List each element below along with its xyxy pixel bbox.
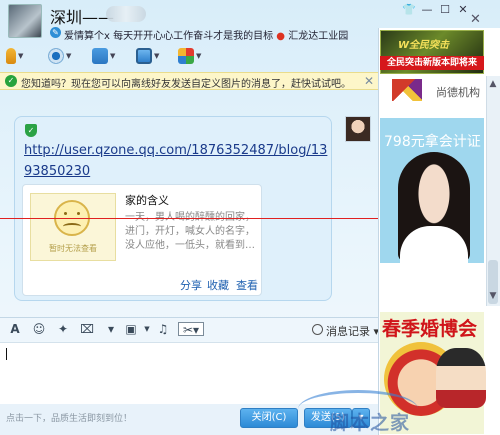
scroll-up-icon[interactable]: ▲ xyxy=(487,78,499,90)
share-link[interactable]: 分享 xyxy=(180,277,202,293)
chevron-down-icon[interactable]: ▼ xyxy=(18,52,23,60)
minimize-icon[interactable]: — xyxy=(420,3,434,17)
microphone-icon xyxy=(6,48,16,64)
video-call-button[interactable]: ▼ xyxy=(48,46,71,66)
video-camera-icon xyxy=(48,48,64,64)
clock-icon xyxy=(312,324,323,335)
send-image-icon[interactable]: ▣ xyxy=(124,322,138,336)
signature-text: 爱情算个x 每天开开心心工作奋斗才是我的目标 xyxy=(64,31,274,42)
chevron-down-icon[interactable]: ▼ xyxy=(110,52,115,60)
maximize-icon[interactable]: ☐ xyxy=(438,3,452,17)
file-transfer-icon xyxy=(92,48,108,64)
contact-avatar[interactable] xyxy=(8,4,42,38)
signature-icon: ✎ xyxy=(50,27,61,38)
notice-close-icon[interactable]: ✕ xyxy=(364,74,374,88)
location-pin-icon: ● xyxy=(276,31,286,42)
signature-line: 爱情算个x 每天开开心心工作奋斗才是我的目标 ● 汇龙达工业园 xyxy=(64,27,348,42)
sad-face-eye xyxy=(77,212,80,215)
message-history-label: 消息记录 xyxy=(326,325,370,338)
blurred-name-mask xyxy=(106,6,146,22)
security-shield-icon: ✓ xyxy=(25,124,37,137)
file-transfer-button[interactable]: ▼ xyxy=(92,46,115,66)
skin-icon[interactable]: 👕 xyxy=(402,3,416,17)
thumbnail-unavailable-text: 暂时无法查看 xyxy=(49,244,97,253)
game-ad-logo: W全民突击 xyxy=(398,40,450,51)
wedding-expo-title: 春季婚博会 xyxy=(382,318,478,340)
apps-button[interactable]: ▼ xyxy=(178,46,201,66)
blog-link-line1[interactable]: http://user.qzone.qq.com/1876352487/blog… xyxy=(24,143,327,158)
peer-avatar[interactable] xyxy=(345,116,371,142)
location-text: 汇龙达工业园 xyxy=(288,31,349,42)
card-title[interactable]: 家的含义 xyxy=(125,192,169,208)
remote-desktop-button[interactable]: ▼ xyxy=(136,46,159,66)
notice-text: 您知道吗？现在您可以向离线好友发送自定义图片的消息了，赶快试试吧。 xyxy=(21,79,351,90)
message-history-button[interactable]: 消息记录 ▾ xyxy=(326,323,379,339)
emoji-icon[interactable]: ☺ xyxy=(32,322,46,336)
close-button[interactable]: 关闭(C) xyxy=(240,408,298,428)
voice-call-button[interactable]: ▼ xyxy=(6,46,23,66)
scroll-down-icon[interactable]: ▼ xyxy=(487,290,499,302)
site-watermark: 脚本之家 xyxy=(330,412,411,434)
remote-desktop-icon xyxy=(136,48,152,64)
sad-face-mouth xyxy=(63,223,81,230)
card-excerpt-line: 进门，开灯，喊女人的名字， xyxy=(125,226,255,237)
sad-face-eye xyxy=(64,212,67,215)
font-icon[interactable]: A xyxy=(8,322,22,336)
chevron-down-icon[interactable]: ▼ xyxy=(196,52,201,60)
collect-link[interactable]: 收藏 xyxy=(207,277,229,293)
accounting-ad-text: 798元拿会计证 xyxy=(384,134,481,150)
education-logo-icon xyxy=(392,79,422,101)
screenshot-icon[interactable]: ⌧ xyxy=(80,322,94,336)
screenshot-dropdown-icon[interactable]: ▾ xyxy=(104,322,118,336)
close-icon[interactable]: ✕ xyxy=(456,3,470,17)
chevron-down-icon[interactable]: ▼ xyxy=(140,322,154,336)
magic-icon[interactable]: ✦ xyxy=(56,322,70,336)
game-ad-text: 全民突击新版本即将来 xyxy=(380,56,484,70)
music-icon[interactable]: ♫ xyxy=(156,322,170,336)
education-ad-text: 尚德机构 xyxy=(436,86,480,99)
blog-link-line2[interactable]: 93850230 xyxy=(24,164,90,179)
chevron-down-icon[interactable]: ▼ xyxy=(66,52,71,60)
check-icon: ✓ xyxy=(5,75,17,87)
contact-name: 深圳—— xyxy=(50,8,115,27)
apps-icon xyxy=(178,48,194,64)
view-link[interactable]: 查看 xyxy=(236,277,258,293)
chevron-down-icon[interactable]: ▼ xyxy=(154,52,159,60)
scissors-icon[interactable]: ✂▾ xyxy=(178,322,204,337)
text-cursor xyxy=(6,348,7,360)
card-excerpt-line: 没人应他，一低头，就看到… xyxy=(125,240,255,251)
footer-promo-link[interactable]: 点击一下，品质生活即刻到位！ xyxy=(6,411,132,424)
ad-cartoon-groom xyxy=(436,348,486,408)
card-excerpt-line: 一天，男人喝的醉醺的回家， xyxy=(125,208,255,223)
sidebar-close-icon[interactable]: ✕ xyxy=(470,12,481,27)
